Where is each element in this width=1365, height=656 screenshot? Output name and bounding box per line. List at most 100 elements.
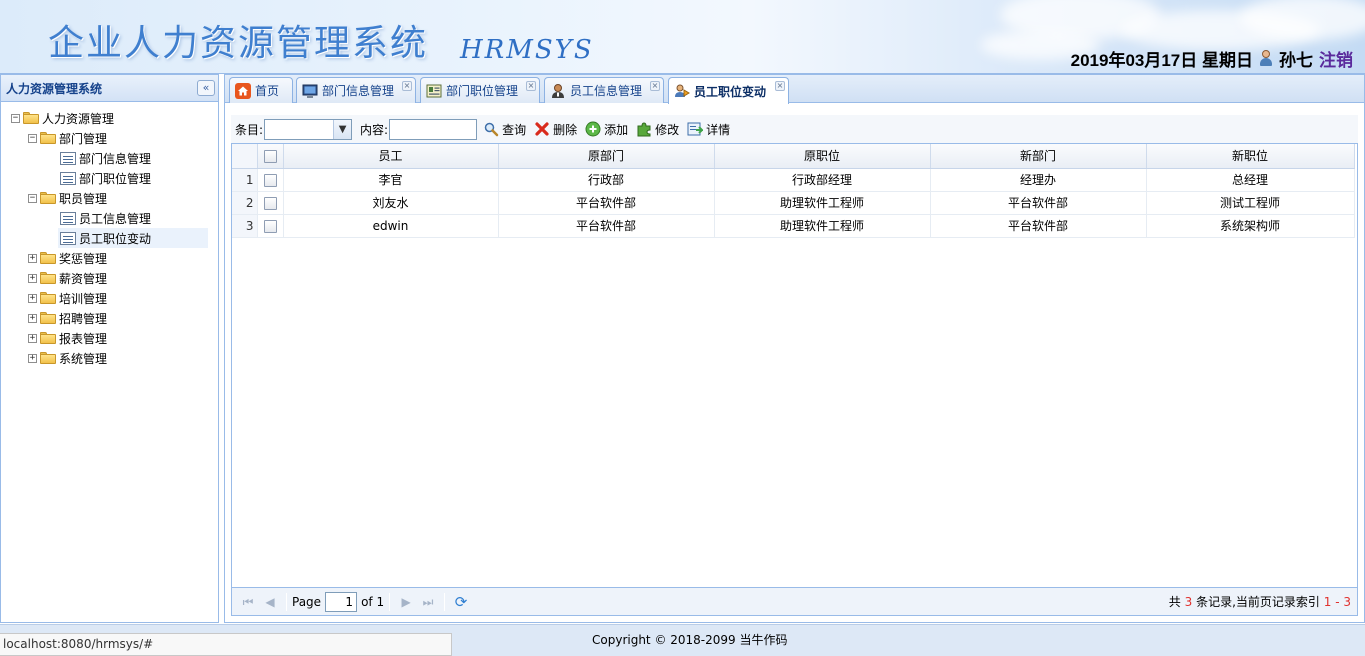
expand-toggle-icon[interactable]: +: [28, 333, 37, 343]
first-page-icon[interactable]: ⏮: [240, 594, 256, 610]
column-header[interactable]: 员工: [283, 144, 499, 169]
add-button[interactable]: 添加: [585, 121, 628, 138]
tree-node-reward[interactable]: + 奖惩管理: [28, 248, 107, 268]
tree-node-training[interactable]: + 培训管理: [28, 288, 107, 308]
tab-home[interactable]: 首页: [229, 77, 293, 103]
cell-new-dept: 经理办: [930, 168, 1147, 192]
tree-node-system[interactable]: + 系统管理: [28, 348, 107, 368]
next-page-icon[interactable]: ▶: [398, 594, 414, 610]
tab-label: 部门信息管理: [322, 84, 395, 98]
chevron-down-icon[interactable]: ▼: [333, 119, 352, 139]
close-icon[interactable]: ×: [775, 81, 785, 91]
tree-label: 培训管理: [59, 291, 108, 306]
column-header[interactable]: 新职位: [1146, 144, 1355, 169]
search-button[interactable]: 查询: [483, 121, 526, 138]
detail-button[interactable]: 详情: [687, 121, 730, 138]
column-header[interactable]: 原职位: [714, 144, 931, 169]
folder-icon: [40, 272, 56, 284]
delete-button[interactable]: 删除: [534, 121, 577, 138]
pager-info: 共 3 条记录,当前页记录索引 1 - 3: [1168, 595, 1351, 609]
cell-old-dept: 行政部: [498, 168, 715, 192]
home-icon: [235, 82, 251, 99]
separator: [286, 592, 287, 611]
folder-icon: [40, 332, 56, 344]
tab-label: 员工信息管理: [570, 84, 643, 98]
tree-label: 薪资管理: [59, 271, 108, 286]
username: 孙七: [1279, 50, 1313, 70]
tree-node-hr-root[interactable]: − 人力资源管理: [11, 108, 114, 128]
table-row[interactable]: 3 edwin 平台软件部 助理软件工程师 平台软件部 系统架构师: [232, 214, 1355, 238]
tree-node-staff-change[interactable]: 员工职位变动: [58, 228, 208, 248]
cell-old-dept: 平台软件部: [498, 214, 715, 238]
select-all-checkbox[interactable]: [257, 144, 284, 169]
date-display: 2019年03月17日 星期日: [1070, 50, 1253, 70]
close-icon[interactable]: ×: [650, 81, 660, 91]
table-row[interactable]: 1 李官 行政部 行政部经理 经理办 总经理: [232, 168, 1355, 192]
expand-toggle-icon[interactable]: +: [28, 273, 37, 283]
tree-node-recruit[interactable]: + 招聘管理: [28, 308, 107, 328]
tree-label: 奖惩管理: [59, 251, 108, 266]
tree-node-dept-info[interactable]: 部门信息管理: [60, 148, 151, 168]
expand-toggle-icon[interactable]: +: [28, 313, 37, 323]
search-toolbar: 条目: ▼ 内容: 查询 删除 添加 修改 详情: [231, 115, 1358, 143]
row-number: 2: [232, 191, 258, 215]
folder-open-icon: [40, 192, 56, 204]
expand-toggle-icon[interactable]: +: [28, 293, 37, 303]
content-label: 内容:: [360, 122, 389, 137]
expand-toggle-icon[interactable]: +: [28, 253, 37, 263]
content-input[interactable]: [389, 118, 478, 140]
tree-node-staff-group[interactable]: − 职员管理: [28, 188, 107, 208]
double-chevron-left-icon[interactable]: «: [197, 80, 215, 96]
sidebar-header: 人力资源管理系统 «: [1, 75, 218, 102]
row-checkbox[interactable]: [257, 168, 284, 192]
page-number-input[interactable]: 1: [325, 591, 358, 612]
page-label: Page: [292, 594, 322, 609]
row-checkbox[interactable]: [257, 214, 284, 238]
total-count: 3: [1184, 595, 1193, 609]
cell-old-dept: 平台软件部: [498, 191, 715, 215]
column-header[interactable]: 原部门: [498, 144, 715, 169]
field-select[interactable]: ▼: [264, 118, 353, 140]
logout-link[interactable]: 注销: [1319, 46, 1353, 71]
prev-page-icon[interactable]: ◀: [262, 594, 278, 610]
tab-dept-position[interactable]: 部门职位管理 ×: [420, 77, 540, 103]
app-header: 企业人力资源管理系统 HRMSYS 2019年03月17日 星期日 孙七 注销: [0, 0, 1365, 74]
close-icon[interactable]: ×: [402, 81, 412, 91]
status-bar-url: localhost:8080/hrmsys/#: [0, 633, 452, 656]
tree-label: 系统管理: [59, 351, 108, 366]
cell-employee: edwin: [283, 214, 499, 238]
cell-new-dept: 平台软件部: [930, 191, 1147, 215]
tree-node-salary[interactable]: + 薪资管理: [28, 268, 107, 288]
close-icon[interactable]: ×: [526, 81, 536, 91]
tree-node-report[interactable]: + 报表管理: [28, 328, 107, 348]
search-icon: [483, 121, 499, 137]
edit-button[interactable]: 修改: [636, 121, 679, 138]
table-row[interactable]: 2 刘友水 平台软件部 助理软件工程师 平台软件部 测试工程师: [232, 191, 1355, 215]
collapse-toggle-icon[interactable]: −: [11, 113, 20, 123]
tab-staff-info[interactable]: 员工信息管理 ×: [544, 77, 664, 103]
collapse-toggle-icon[interactable]: −: [28, 133, 37, 143]
collapse-toggle-icon[interactable]: −: [28, 193, 37, 203]
refresh-icon[interactable]: ⟳: [453, 594, 469, 610]
detail-icon: [687, 121, 705, 137]
page-icon: [60, 231, 76, 245]
tree-node-staff-info[interactable]: 员工信息管理: [60, 208, 151, 228]
separator: [444, 592, 446, 611]
tab-strip: 首页 部门信息管理 × 部门职位管理 × 员工信息管理 × 员工职位变动 ×: [225, 75, 1364, 104]
row-checkbox[interactable]: [257, 191, 284, 215]
last-page-icon[interactable]: ⏭: [420, 594, 436, 610]
tree-label: 部门信息管理: [79, 151, 152, 166]
user-icon: [550, 83, 566, 99]
tab-staff-change[interactable]: 员工职位变动 ×: [668, 77, 789, 104]
expand-toggle-icon[interactable]: +: [28, 353, 37, 363]
tree-label: 人力资源管理: [42, 111, 115, 126]
tree-node-dept-position[interactable]: 部门职位管理: [60, 168, 151, 188]
tab-label: 部门职位管理: [446, 84, 519, 98]
tree-node-dept-group[interactable]: − 部门管理: [28, 128, 107, 148]
cell-new-position: 测试工程师: [1146, 191, 1355, 215]
field-label: 条目:: [235, 122, 264, 137]
folder-icon: [40, 352, 56, 364]
page-icon: [60, 171, 76, 185]
column-header[interactable]: 新部门: [930, 144, 1147, 169]
tab-dept-info[interactable]: 部门信息管理 ×: [296, 77, 416, 103]
